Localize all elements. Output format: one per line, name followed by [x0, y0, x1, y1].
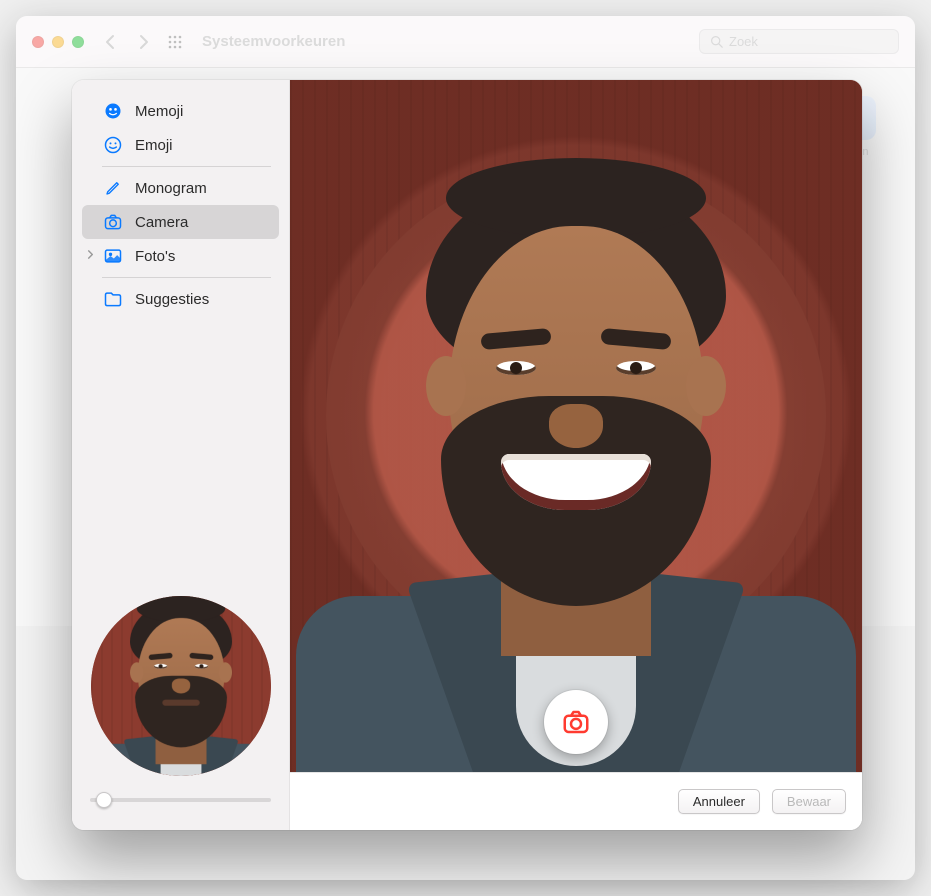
- camera-shutter-icon: [561, 707, 591, 737]
- pencil-icon: [102, 177, 124, 199]
- window-titlebar: Systeemvoorkeuren Zoek: [16, 16, 915, 68]
- sidebar-item-label: Suggesties: [135, 291, 209, 308]
- picture-source-sidebar: Memoji Emoji Monogram Camera: [72, 80, 290, 830]
- zoom-thumb[interactable]: [96, 792, 112, 808]
- photos-icon: [102, 245, 124, 267]
- profile-picture-sheet: Memoji Emoji Monogram Camera: [72, 80, 862, 830]
- search-placeholder: Zoek: [729, 34, 758, 49]
- take-photo-button[interactable]: [544, 690, 608, 754]
- sheet-footer: Annuleer Bewaar: [290, 772, 862, 830]
- sidebar-divider: [102, 166, 271, 167]
- folder-icon: [102, 288, 124, 310]
- camera-icon: [102, 211, 124, 233]
- nav-forward-button[interactable]: [132, 31, 154, 53]
- traffic-lights: [32, 36, 84, 48]
- show-all-button[interactable]: [164, 31, 186, 53]
- camera-preview: [290, 80, 862, 772]
- zoom-track: [90, 798, 271, 802]
- sidebar-divider: [102, 277, 271, 278]
- save-button[interactable]: Bewaar: [772, 789, 846, 814]
- nav-back-button[interactable]: [100, 31, 122, 53]
- memoji-icon: [102, 100, 124, 122]
- sidebar-item-label: Camera: [135, 214, 188, 231]
- zoom-slider[interactable]: [90, 790, 271, 810]
- zoom-window-button[interactable]: [72, 36, 84, 48]
- sidebar-item-label: Memoji: [135, 103, 183, 120]
- main-panel: Annuleer Bewaar: [290, 80, 862, 830]
- sidebar-item-camera[interactable]: Camera: [82, 205, 279, 239]
- sidebar-item-label: Foto's: [135, 248, 175, 265]
- sidebar-item-label: Emoji: [135, 137, 173, 154]
- cancel-button[interactable]: Annuleer: [678, 789, 760, 814]
- sidebar-item-suggestions[interactable]: Suggesties: [82, 282, 279, 316]
- sidebar-item-photos[interactable]: Foto's: [82, 239, 279, 273]
- sidebar-item-monogram[interactable]: Monogram: [82, 171, 279, 205]
- chevron-right-icon: [86, 250, 95, 262]
- search-icon: [710, 35, 723, 48]
- minimize-window-button[interactable]: [52, 36, 64, 48]
- sidebar-item-emoji[interactable]: Emoji: [82, 128, 279, 162]
- close-window-button[interactable]: [32, 36, 44, 48]
- search-field[interactable]: Zoek: [699, 29, 899, 54]
- emoji-icon: [102, 134, 124, 156]
- sidebar-item-memoji[interactable]: Memoji: [82, 94, 279, 128]
- current-avatar-preview: [91, 596, 271, 776]
- sidebar-item-label: Monogram: [135, 180, 207, 197]
- window-title: Systeemvoorkeuren: [202, 33, 345, 50]
